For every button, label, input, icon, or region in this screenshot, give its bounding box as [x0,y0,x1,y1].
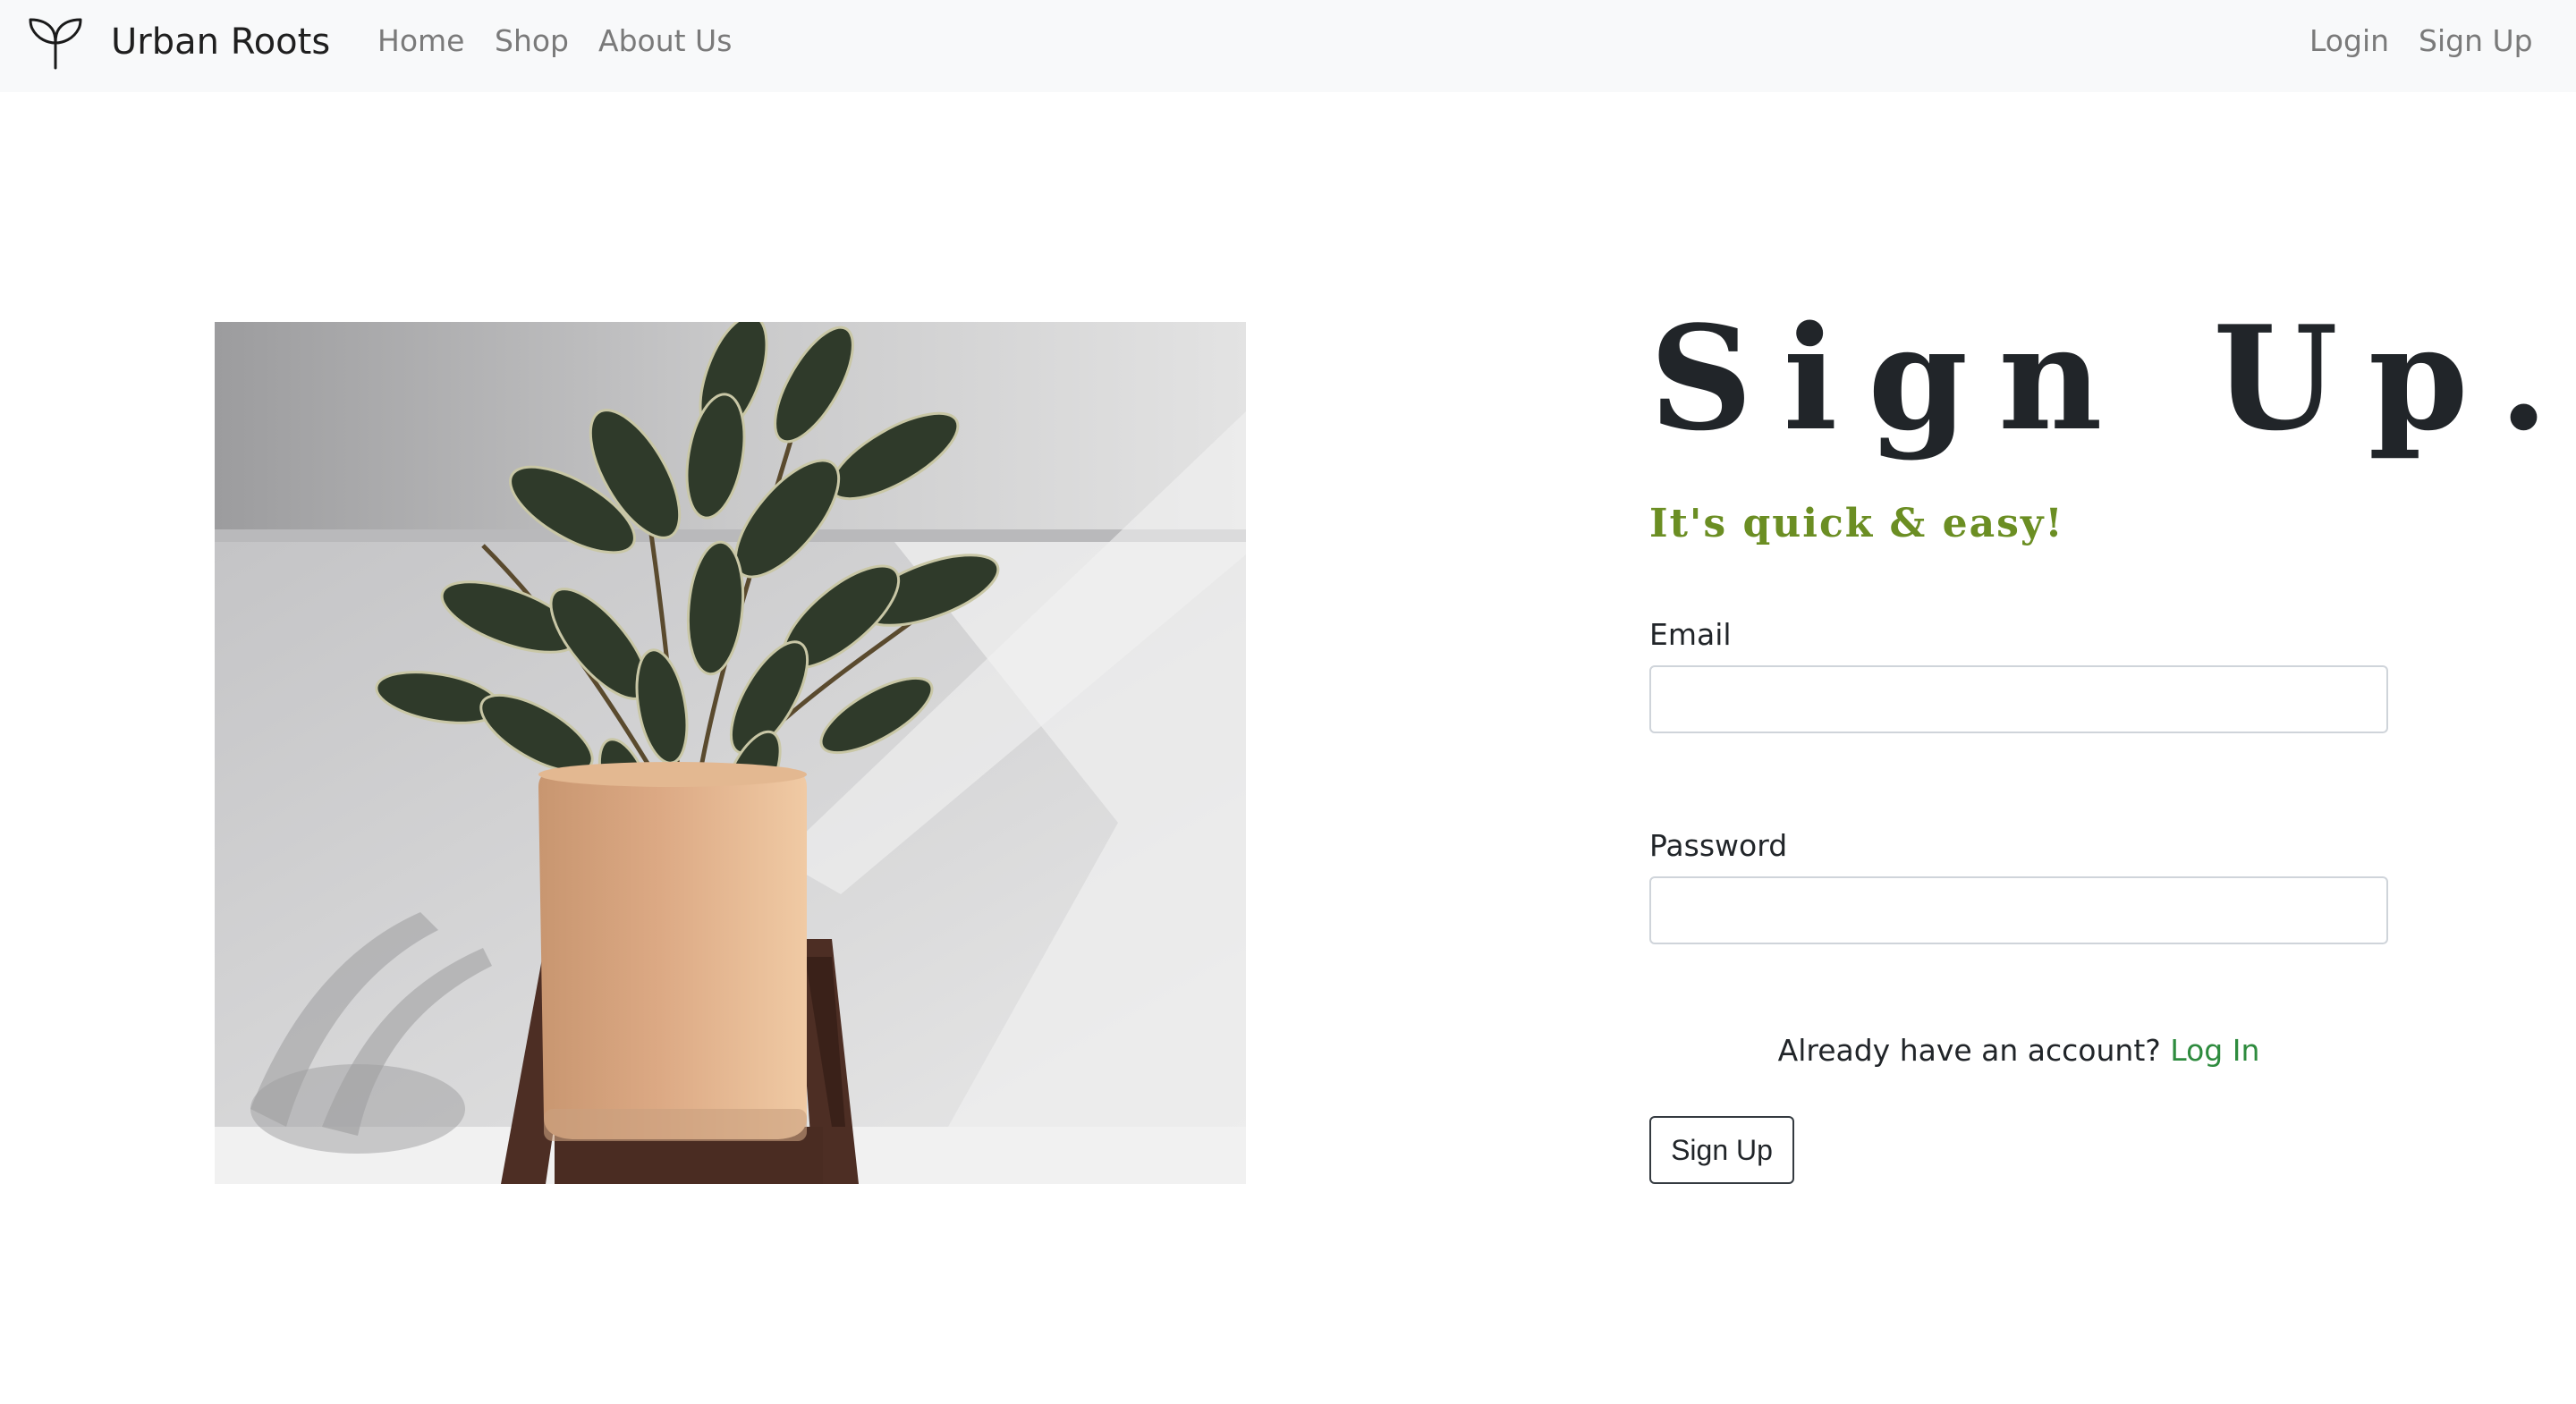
login-prompt: Already have an account? Log In [1649,1032,2388,1070]
brand-name[interactable]: Urban Roots [111,21,330,63]
nav-signup-link[interactable]: Sign Up [2419,23,2533,59]
password-label: Password [1649,828,1788,863]
navbar: Urban Roots Home Shop About Us Login Sig… [0,0,2576,92]
email-field[interactable] [1649,665,2388,733]
email-label: Email [1649,617,1732,652]
signup-button[interactable]: Sign Up [1649,1116,1794,1184]
login-link[interactable]: Log In [2170,1033,2259,1068]
nav-login-link[interactable]: Login [2309,23,2389,59]
password-field[interactable] [1649,876,2388,944]
sprout-icon[interactable] [27,16,84,70]
login-prompt-text: Already have an account? [1777,1033,2161,1068]
page-subtitle: It's quick & easy! [1649,501,2064,546]
nav-home-link[interactable]: Home [377,23,464,59]
nav-shop-link[interactable]: Shop [495,23,569,59]
page-title: Sign Up. [1649,294,2576,462]
nav-about-link[interactable]: About Us [598,23,732,59]
potted-plant-photo [215,322,1246,1184]
